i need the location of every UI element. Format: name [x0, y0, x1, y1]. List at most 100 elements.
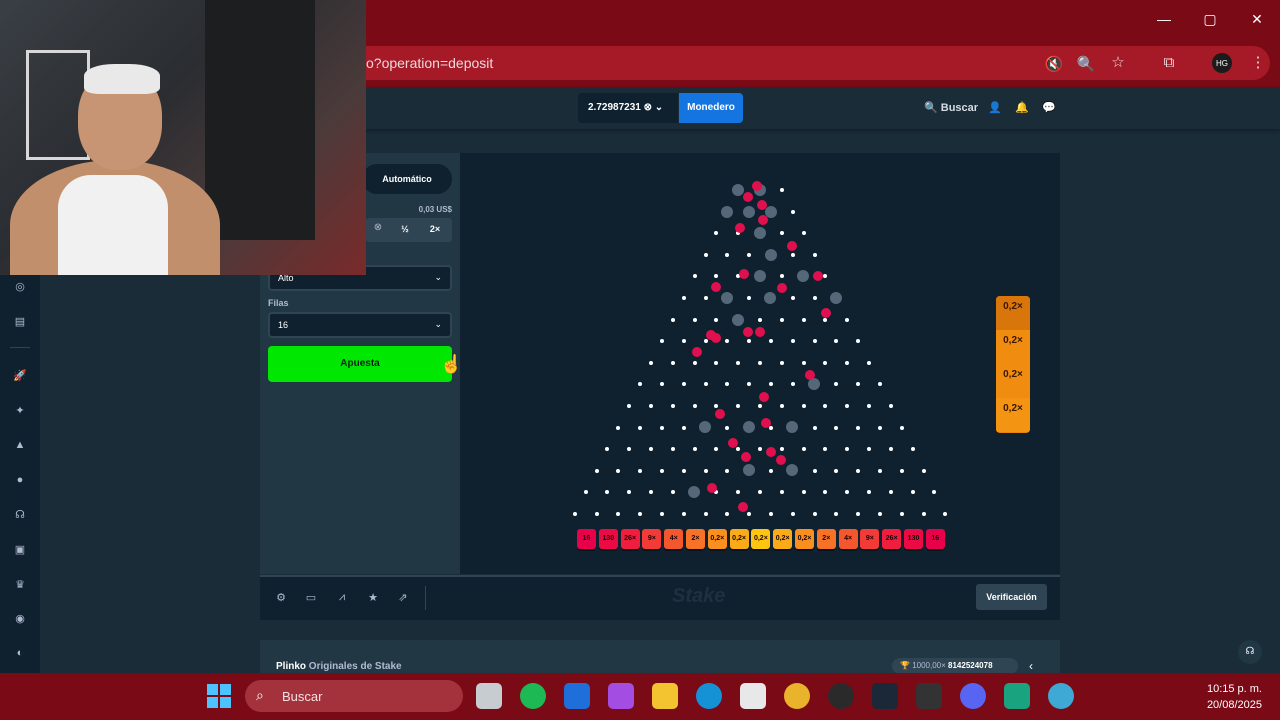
plinko-ball [805, 370, 815, 380]
store-icon[interactable] [740, 683, 766, 709]
rows-select[interactable]: 16 ⌄ [268, 312, 452, 338]
theatre-mode-icon[interactable]: ▭ [304, 591, 318, 604]
steam-icon[interactable] [872, 683, 898, 709]
profile-avatar[interactable]: HG [1212, 53, 1232, 73]
lit-peg [797, 270, 809, 282]
multiplier-slot: 9× [860, 529, 880, 549]
sidebar-sports-icon[interactable]: ▤ [12, 315, 28, 328]
extensions-icon[interactable]: ⧉ [1158, 54, 1180, 71]
multiplier-slot: 0,2× [707, 529, 727, 549]
live-support-icon[interactable]: ☊ [1238, 640, 1262, 664]
clock-date: 20/08/2025 [1206, 699, 1262, 711]
bookmark-star-icon[interactable]: ☆ [1107, 53, 1129, 71]
favorite-star-icon[interactable]: ★ [366, 591, 380, 604]
multiplier-slot: 2× [816, 529, 836, 549]
notifications-icon[interactable]: 🔔 [1015, 101, 1029, 114]
minimize-button[interactable]: — [1152, 11, 1176, 27]
search-icon: ⌕ [256, 687, 264, 703]
copilot-icon[interactable] [608, 683, 634, 709]
sidebar-globe-icon[interactable]: ● [12, 474, 28, 486]
footer-divider [425, 586, 426, 610]
header-search[interactable]: 🔍 Buscar [924, 101, 978, 114]
discord-icon[interactable] [960, 683, 986, 709]
windows-start-icon[interactable] [207, 684, 231, 708]
peg [681, 512, 686, 516]
obs-icon[interactable] [828, 683, 854, 709]
plinko-ball [715, 409, 725, 419]
peg [681, 425, 686, 430]
peg [845, 317, 850, 322]
taskbar-search[interactable] [245, 680, 463, 712]
peg [801, 317, 806, 322]
sidebar-casino-icon[interactable]: ◎ [12, 280, 28, 293]
chat-icon[interactable]: 💬 [1042, 101, 1056, 114]
tab-automatic[interactable]: Automático [362, 164, 452, 194]
sidebar-divider [10, 347, 30, 348]
wallet-button[interactable]: Monedero [679, 93, 743, 123]
sidebar-support-icon[interactable]: ☊ [12, 508, 28, 521]
chrome-icon[interactable] [784, 683, 810, 709]
peg [703, 252, 708, 257]
clear-icon[interactable]: ⊗ [368, 222, 388, 233]
multiplier-slot: 0,2× [773, 529, 793, 549]
sidebar-shield-icon[interactable]: ◉ [12, 612, 28, 625]
half-bet-button[interactable]: ½ [394, 224, 416, 234]
file-explorer-icon[interactable] [652, 683, 678, 709]
peg [758, 360, 762, 365]
sidebar-fire-icon[interactable]: ▲ [12, 439, 28, 451]
peg [616, 425, 621, 430]
peg [670, 404, 675, 408]
peg [877, 468, 882, 473]
double-bet-button[interactable]: 2× [424, 224, 446, 234]
plinko-ball [758, 215, 768, 225]
close-window-button[interactable]: ✕ [1245, 11, 1269, 28]
muted-speaker-icon[interactable]: 🔇 [1043, 55, 1065, 73]
currency-icon: ⊗ ⌄ [643, 102, 664, 113]
peg [594, 512, 599, 516]
peg [703, 296, 708, 300]
task-view-icon[interactable] [476, 683, 502, 709]
zoom-icon[interactable]: 🔍 [1075, 55, 1097, 73]
plinko-ball [728, 438, 738, 448]
verification-button[interactable]: Verificación [976, 584, 1047, 610]
peg [921, 512, 926, 516]
multiplier-slot: 0,2× [729, 529, 749, 549]
settings-icon[interactable]: ⚙ [274, 591, 288, 604]
app-s-icon[interactable] [1004, 683, 1030, 709]
lit-peg [732, 314, 744, 326]
app-icon[interactable] [564, 683, 590, 709]
edge-icon[interactable] [696, 683, 722, 709]
stats-icon[interactable]: ⩘ [335, 591, 349, 604]
multiplier-slot: 26× [620, 529, 640, 549]
spotify-icon[interactable] [520, 683, 546, 709]
taskbar-clock[interactable]: 10:15 p. m. 20/08/2025 [1190, 681, 1262, 713]
jackpot-badge[interactable]: 🏆 1000,00× 8142524078 [892, 658, 1018, 674]
peg [779, 360, 784, 365]
maximize-button[interactable]: ▢ [1198, 11, 1222, 28]
chevron-down-icon: ⌄ [434, 319, 442, 329]
peg [692, 404, 697, 408]
peg [867, 360, 871, 365]
peg [758, 404, 762, 408]
globe-app-icon[interactable] [1048, 683, 1074, 709]
peg [790, 512, 795, 516]
sidebar-gift-icon[interactable]: ▣ [12, 543, 28, 556]
menu-dots-icon[interactable]: ⋮ [1247, 53, 1269, 71]
sidebar-rocket-icon[interactable]: 🚀 [12, 369, 28, 382]
sidebar-help-icon[interactable]: ◐ [12, 647, 28, 659]
open-external-icon[interactable]: ⇗ [396, 591, 410, 604]
lit-peg [699, 421, 711, 433]
sidebar-crown-icon[interactable]: ♛ [12, 578, 28, 591]
sidebar-promo-icon[interactable]: ✦ [12, 404, 28, 417]
user-icon[interactable]: 👤 [988, 101, 1002, 114]
history-item: 0,2× [996, 330, 1030, 364]
peg [812, 296, 817, 300]
bet-button[interactable]: Apuesta [268, 346, 452, 382]
peg [801, 404, 806, 408]
peg [779, 447, 784, 452]
plinko-ball [761, 418, 771, 428]
satellite-icon[interactable] [916, 683, 942, 709]
peg [703, 339, 708, 344]
chevron-left-icon[interactable]: ‹ [1029, 659, 1033, 673]
balance-selector[interactable]: 2.72987231 ⊗ ⌄ [578, 93, 678, 123]
